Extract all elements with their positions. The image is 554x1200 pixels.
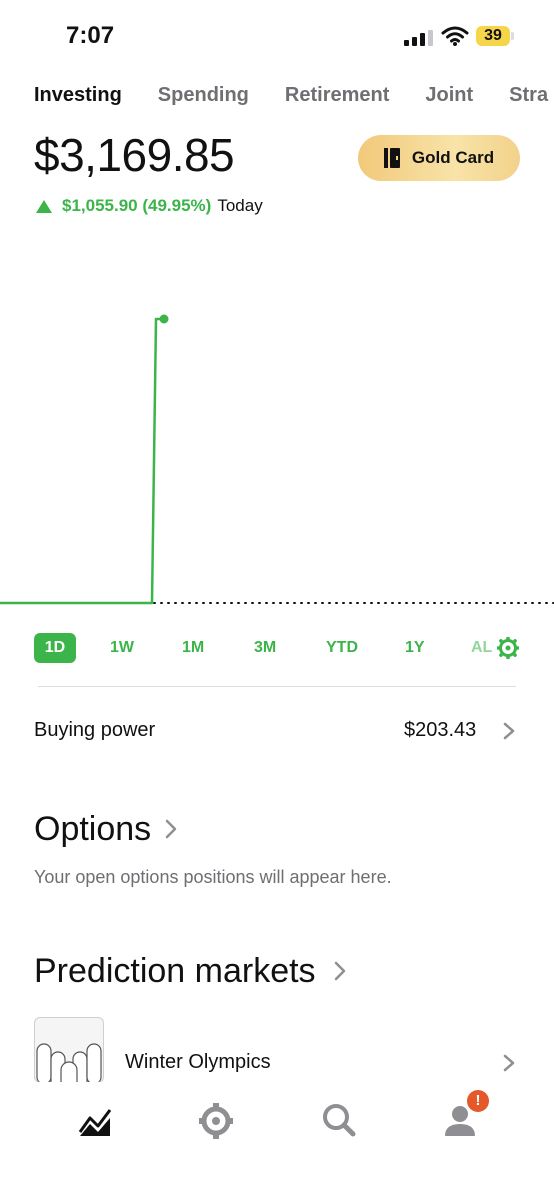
options-title[interactable]: Options xyxy=(34,810,151,849)
range-1y[interactable]: 1Y xyxy=(405,633,425,663)
battery-tip xyxy=(511,32,514,40)
tab-retirement[interactable]: Retirement xyxy=(285,84,389,107)
status-time: 7:07 xyxy=(66,22,115,49)
current-point xyxy=(159,314,169,324)
gold-card-button[interactable]: Gold Card xyxy=(358,135,520,181)
buying-power-value[interactable]: $203.43 xyxy=(404,719,476,742)
account-tabs: Investing Spending Retirement Joint Stra xyxy=(34,84,554,107)
range-selector: 1D 1W 1M 3M YTD 1Y AL xyxy=(34,633,524,663)
notification-badge: ! xyxy=(467,1090,489,1112)
up-triangle-icon xyxy=(36,199,52,213)
winter-olympics-label[interactable]: Winter Olympics xyxy=(125,1051,271,1074)
change-period: Today xyxy=(217,196,263,215)
change-amount: $1,055.90 (49.95%) xyxy=(62,196,212,215)
crypto-icon[interactable] xyxy=(198,1102,234,1140)
card-icon xyxy=(383,148,400,168)
portfolio-chart[interactable] xyxy=(0,230,554,630)
tab-strategies[interactable]: Stra xyxy=(509,84,548,107)
range-1d[interactable]: 1D xyxy=(34,633,76,663)
chevron-right-icon[interactable] xyxy=(502,721,516,741)
divider xyxy=(38,686,516,687)
range-3m[interactable]: 3M xyxy=(254,633,276,663)
chart-icon[interactable] xyxy=(78,1106,112,1138)
chevron-right-icon[interactable] xyxy=(502,1053,516,1073)
battery-indicator: 39 xyxy=(476,26,510,46)
tab-spending[interactable]: Spending xyxy=(158,84,249,107)
tab-joint[interactable]: Joint xyxy=(425,84,473,107)
search-icon[interactable] xyxy=(321,1102,357,1138)
tab-investing[interactable]: Investing xyxy=(34,84,122,107)
gear-icon[interactable] xyxy=(497,637,519,659)
options-subtitle: Your open options positions will appear … xyxy=(34,867,392,887)
cellular-signal-icon xyxy=(404,30,433,46)
gold-card-label: Gold Card xyxy=(411,148,495,167)
prediction-markets-title[interactable]: Prediction markets xyxy=(34,952,316,991)
range-1m[interactable]: 1M xyxy=(182,633,204,663)
buying-power-label[interactable]: Buying power xyxy=(34,719,155,742)
range-all[interactable]: AL xyxy=(471,633,492,663)
portfolio-value: $3,169.85 xyxy=(34,129,235,181)
wifi-icon xyxy=(441,26,469,46)
winter-olympics-thumbnail xyxy=(34,1017,104,1083)
chevron-right-icon[interactable] xyxy=(164,818,178,840)
range-1w[interactable]: 1W xyxy=(110,633,134,663)
daily-change: $1,055.90 (49.95%) Today xyxy=(36,196,263,216)
price-line xyxy=(0,317,164,605)
range-ytd[interactable]: YTD xyxy=(326,633,358,663)
chevron-right-icon[interactable] xyxy=(333,960,347,982)
